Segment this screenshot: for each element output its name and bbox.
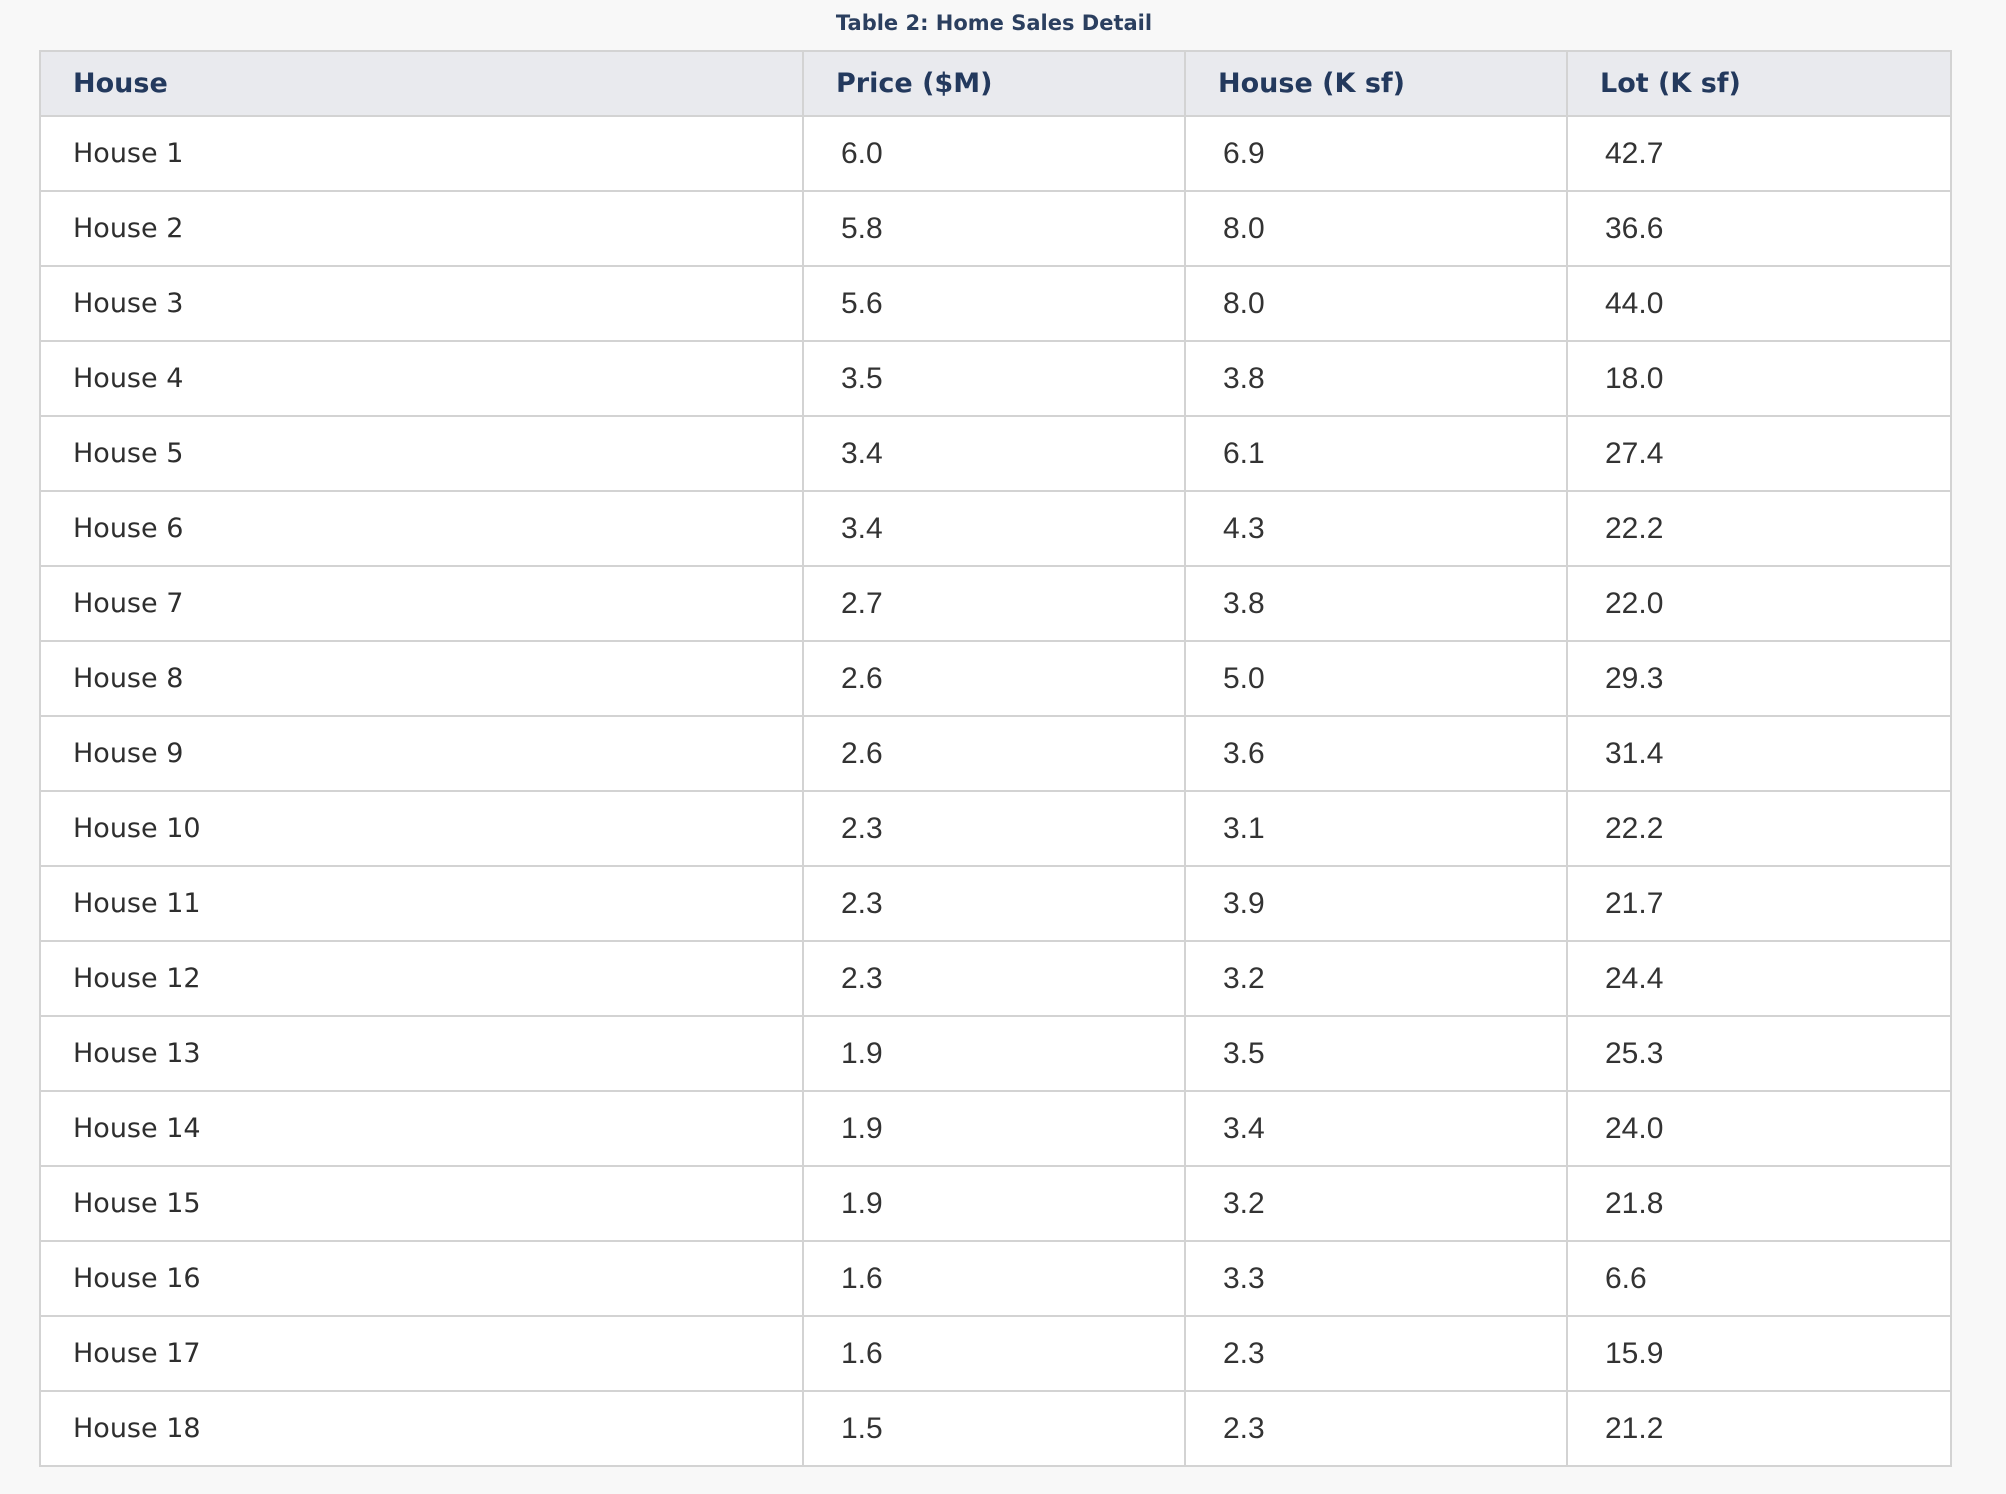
house-size-cell: 3.3 <box>1184 1240 1568 1317</box>
house-name-cell: House 11 <box>39 865 804 942</box>
lot-size-cell: 21.8 <box>1566 1165 1952 1242</box>
house-size-cell: 3.1 <box>1184 790 1568 867</box>
column-header-house: House <box>39 50 804 117</box>
home-sales-table: House Price ($M) House (K sf) Lot (K sf)… <box>39 50 1952 1467</box>
table-row: House 8 2.6 5.0 29.3 <box>39 640 1952 717</box>
price-cell: 2.3 <box>802 865 1186 942</box>
table-row: House 4 3.5 3.8 18.0 <box>39 340 1952 417</box>
table-row: House 17 1.6 2.3 15.9 <box>39 1315 1952 1392</box>
house-name-cell: House 3 <box>39 265 804 342</box>
price-cell: 3.4 <box>802 415 1186 492</box>
lot-size-cell: 42.7 <box>1566 115 1952 192</box>
house-name-cell: House 5 <box>39 415 804 492</box>
house-size-cell: 6.1 <box>1184 415 1568 492</box>
price-cell: 6.0 <box>802 115 1186 192</box>
table-row: House 2 5.8 8.0 36.6 <box>39 190 1952 267</box>
table-row: House 15 1.9 3.2 21.8 <box>39 1165 1952 1242</box>
price-cell: 2.6 <box>802 640 1186 717</box>
house-name-cell: House 18 <box>39 1390 804 1467</box>
lot-size-cell: 15.9 <box>1566 1315 1952 1392</box>
price-cell: 2.3 <box>802 940 1186 1017</box>
table-row: House 10 2.3 3.1 22.2 <box>39 790 1952 867</box>
house-name-cell: House 2 <box>39 190 804 267</box>
house-name-cell: House 13 <box>39 1015 804 1092</box>
table-row: House 18 1.5 2.3 21.2 <box>39 1390 1952 1467</box>
column-header-house-size: House (K sf) <box>1184 50 1568 117</box>
table-row: House 13 1.9 3.5 25.3 <box>39 1015 1952 1092</box>
house-size-cell: 3.8 <box>1184 565 1568 642</box>
house-name-cell: House 9 <box>39 715 804 792</box>
price-cell: 3.5 <box>802 340 1186 417</box>
house-name-cell: House 8 <box>39 640 804 717</box>
lot-size-cell: 18.0 <box>1566 340 1952 417</box>
lot-size-cell: 31.4 <box>1566 715 1952 792</box>
house-size-cell: 4.3 <box>1184 490 1568 567</box>
lot-size-cell: 21.7 <box>1566 865 1952 942</box>
lot-size-cell: 22.2 <box>1566 790 1952 867</box>
house-size-cell: 3.4 <box>1184 1090 1568 1167</box>
house-size-cell: 3.5 <box>1184 1015 1568 1092</box>
table-row: House 7 2.7 3.8 22.0 <box>39 565 1952 642</box>
house-size-cell: 3.2 <box>1184 940 1568 1017</box>
house-size-cell: 8.0 <box>1184 190 1568 267</box>
house-size-cell: 2.3 <box>1184 1315 1568 1392</box>
lot-size-cell: 44.0 <box>1566 265 1952 342</box>
column-header-price: Price ($M) <box>802 50 1186 117</box>
table-title: Table 2: Home Sales Detail <box>835 11 1153 35</box>
price-cell: 1.9 <box>802 1165 1186 1242</box>
house-name-cell: House 15 <box>39 1165 804 1242</box>
price-cell: 1.6 <box>802 1315 1186 1392</box>
house-name-cell: House 16 <box>39 1240 804 1317</box>
table-row: House 1 6.0 6.9 42.7 <box>39 115 1952 192</box>
price-cell: 3.4 <box>802 490 1186 567</box>
price-cell: 1.9 <box>802 1090 1186 1167</box>
price-cell: 1.5 <box>802 1390 1186 1467</box>
lot-size-cell: 24.4 <box>1566 940 1952 1017</box>
lot-size-cell: 6.6 <box>1566 1240 1952 1317</box>
house-size-cell: 3.6 <box>1184 715 1568 792</box>
house-size-cell: 3.8 <box>1184 340 1568 417</box>
house-size-cell: 3.2 <box>1184 1165 1568 1242</box>
lot-size-cell: 27.4 <box>1566 415 1952 492</box>
lot-size-cell: 29.3 <box>1566 640 1952 717</box>
house-name-cell: House 12 <box>39 940 804 1017</box>
house-size-cell: 3.9 <box>1184 865 1568 942</box>
column-header-lot-size: Lot (K sf) <box>1566 50 1952 117</box>
lot-size-cell: 22.0 <box>1566 565 1952 642</box>
price-cell: 1.9 <box>802 1015 1186 1092</box>
price-cell: 2.7 <box>802 565 1186 642</box>
house-name-cell: House 1 <box>39 115 804 192</box>
house-name-cell: House 4 <box>39 340 804 417</box>
house-name-cell: House 6 <box>39 490 804 567</box>
lot-size-cell: 24.0 <box>1566 1090 1952 1167</box>
house-name-cell: House 17 <box>39 1315 804 1392</box>
table-row: House 11 2.3 3.9 21.7 <box>39 865 1952 942</box>
header-row: House Price ($M) House (K sf) Lot (K sf) <box>39 50 1952 117</box>
price-cell: 2.6 <box>802 715 1186 792</box>
price-cell: 2.3 <box>802 790 1186 867</box>
price-cell: 1.6 <box>802 1240 1186 1317</box>
lot-size-cell: 25.3 <box>1566 1015 1952 1092</box>
lot-size-cell: 21.2 <box>1566 1390 1952 1467</box>
table-row: House 12 2.3 3.2 24.4 <box>39 940 1952 1017</box>
table-row: House 14 1.9 3.4 24.0 <box>39 1090 1952 1167</box>
table-row: House 5 3.4 6.1 27.4 <box>39 415 1952 492</box>
house-size-cell: 5.0 <box>1184 640 1568 717</box>
house-size-cell: 8.0 <box>1184 265 1568 342</box>
table-row: House 6 3.4 4.3 22.2 <box>39 490 1952 567</box>
table-row: House 16 1.6 3.3 6.6 <box>39 1240 1952 1317</box>
table-body: House 1 6.0 6.9 42.7 House 2 5.8 8.0 36.6 House … <box>39 115 1952 1467</box>
house-size-cell: 6.9 <box>1184 115 1568 192</box>
house-name-cell: House 7 <box>39 565 804 642</box>
table-row: House 9 2.6 3.6 31.4 <box>39 715 1952 792</box>
house-size-cell: 2.3 <box>1184 1390 1568 1467</box>
lot-size-cell: 22.2 <box>1566 490 1952 567</box>
lot-size-cell: 36.6 <box>1566 190 1952 267</box>
house-name-cell: House 14 <box>39 1090 804 1167</box>
price-cell: 5.6 <box>802 265 1186 342</box>
price-cell: 5.8 <box>802 190 1186 267</box>
house-name-cell: House 10 <box>39 790 804 867</box>
table-row: House 3 5.6 8.0 44.0 <box>39 265 1952 342</box>
